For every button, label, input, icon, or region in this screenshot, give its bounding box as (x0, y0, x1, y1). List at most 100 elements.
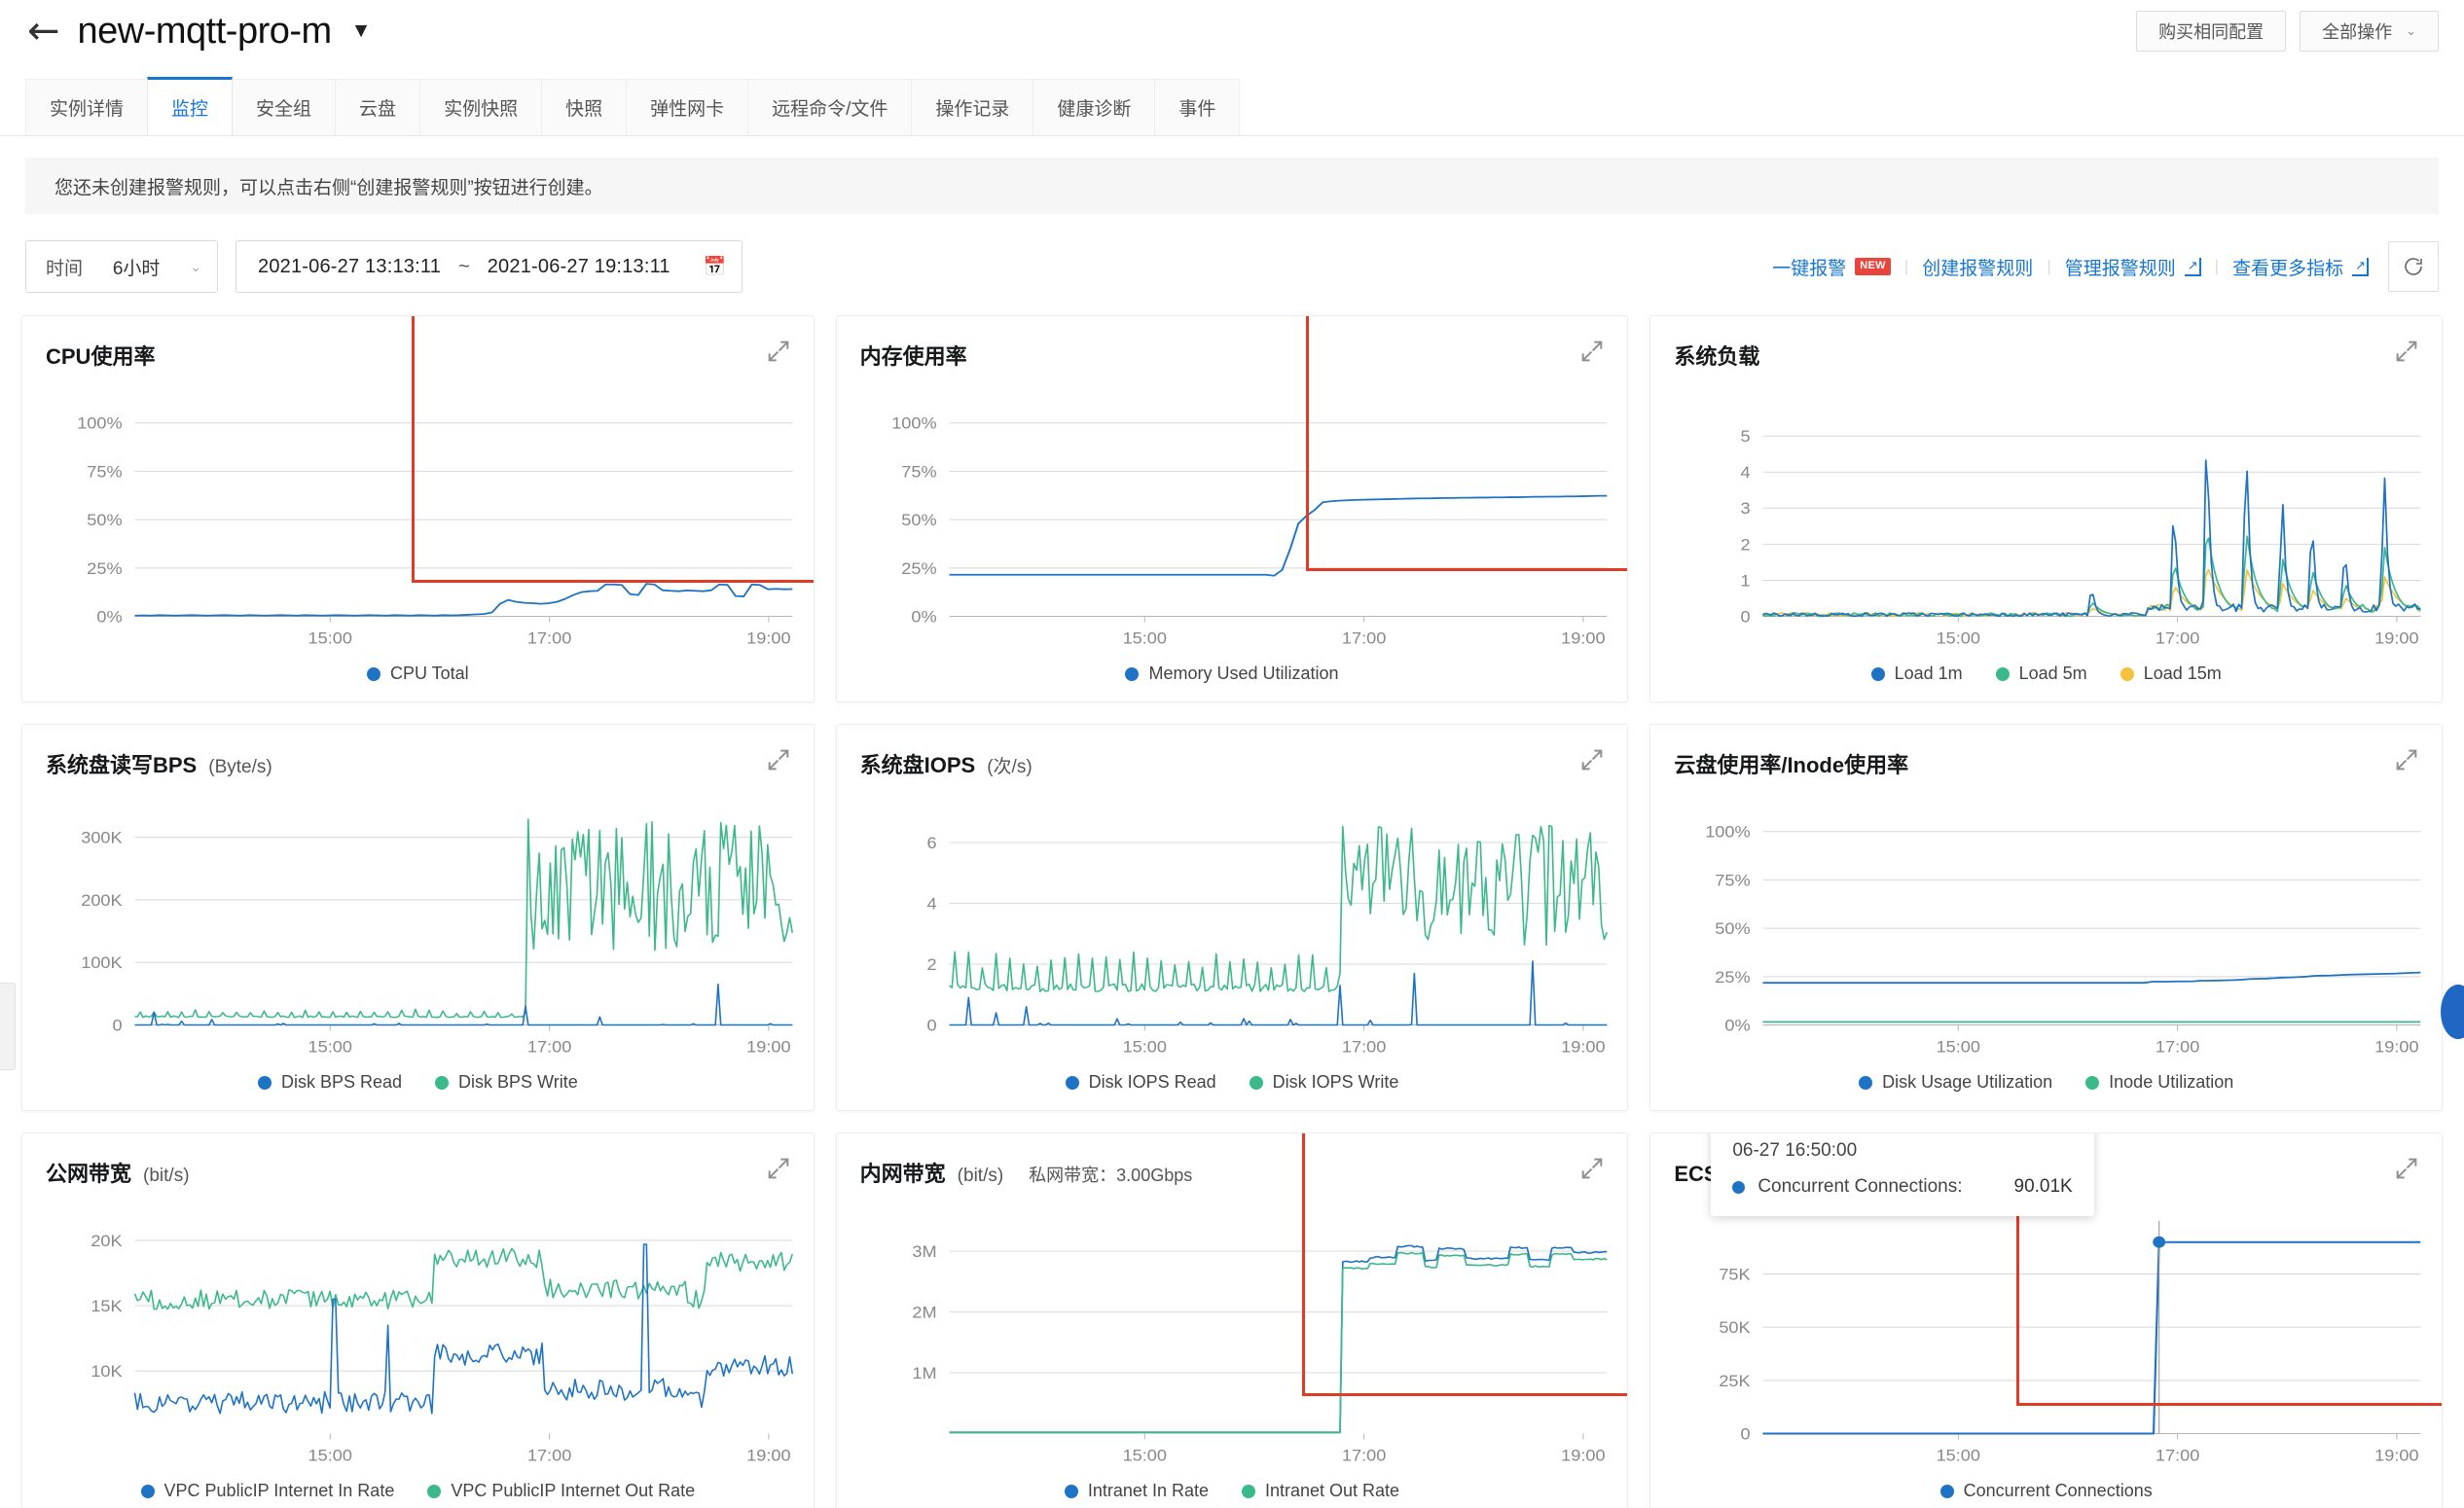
refresh-icon[interactable] (2388, 241, 2439, 292)
legend-item[interactable]: Memory Used Utilization (1125, 664, 1339, 684)
tab-label: 实例快照 (444, 99, 519, 120)
toolbar-link-2[interactable]: 管理报警规则 ↗ (2065, 254, 2201, 280)
svg-text:6: 6 (926, 834, 936, 852)
toolbar-separator: | (2047, 257, 2051, 275)
tab-10[interactable]: 事件 (1154, 79, 1241, 135)
legend-item[interactable]: VPC PublicIP Internet In Rate (140, 1481, 395, 1501)
time-range-value: 6小时 (112, 258, 161, 279)
card-title: 内网带宽 (859, 1162, 946, 1186)
metric-card-disk_bps: 系统盘读写BPS (Byte/s) 0 100K 200K 300K 15:00 17:00… (21, 724, 815, 1111)
expand-icon[interactable] (1578, 1155, 1606, 1182)
svg-text:20K: 20K (91, 1231, 123, 1249)
date-range-input[interactable]: 2021-06-27 13:13:11 ~ 2021-06-27 19:13:1… (236, 240, 743, 293)
tab-1[interactable]: 监控 (147, 77, 234, 135)
svg-text:0: 0 (1741, 1424, 1751, 1443)
legend-item[interactable]: Concurrent Connections (1939, 1481, 2153, 1501)
metric-card-ecs_conn: ECS同时连接数(Count) 025K50K75K15:0017:0019:0… (1649, 1132, 2443, 1508)
svg-text:10K: 10K (91, 1362, 123, 1381)
toolbar-link-label: 创建报警规则 (1922, 258, 2034, 279)
svg-text:0%: 0% (911, 607, 936, 626)
toolbar-link-0[interactable]: 一键报警 NEW (1772, 254, 1891, 280)
legend-item[interactable]: Disk IOPS Read (1065, 1072, 1216, 1093)
page-header: ← new-mqtt-pro-m ▼ 购买相同配置 全部操作 ⌄ (0, 0, 2464, 62)
arrow-left-icon[interactable]: ← (27, 12, 60, 51)
legend-color-dot (427, 1484, 442, 1498)
tab-5[interactable]: 快照 (541, 79, 628, 135)
expand-icon[interactable] (765, 746, 792, 773)
legend-item[interactable]: Disk Usage Utilization (1859, 1072, 2052, 1093)
legend-label: VPC PublicIP Internet In Rate (163, 1481, 395, 1500)
tab-2[interactable]: 安全组 (232, 79, 337, 135)
svg-text:2: 2 (1741, 535, 1751, 554)
tab-4[interactable]: 实例快照 (419, 79, 543, 135)
card-unit: (Byte/s) (208, 757, 272, 777)
svg-text:15:00: 15:00 (1122, 1037, 1167, 1056)
metric-card-disk_usage: 云盘使用率/Inode使用率 0% 25% 50% 75% 100% 15:00 17:00… (1649, 724, 2443, 1111)
expand-icon[interactable] (765, 338, 792, 365)
card-title: 内存使用率 (859, 344, 967, 369)
card-header: 云盘使用率/Inode使用率 (1650, 725, 2442, 779)
buy-same-config-label: 购买相同配置 (2158, 22, 2265, 42)
expand-icon[interactable] (1578, 746, 1606, 773)
tab-label: 安全组 (256, 99, 312, 120)
chart-legend: Disk Usage Utilization Inode Utilization (1650, 1072, 2442, 1093)
legend-color-dot (2085, 1075, 2100, 1090)
legend-label: Concurrent Connections (1963, 1481, 2153, 1500)
tab-0[interactable]: 实例详情 (25, 79, 149, 135)
svg-text:2: 2 (926, 955, 936, 974)
toolbar-link-3[interactable]: 查看更多指标 ↗ (2232, 254, 2369, 280)
legend-item[interactable]: Disk BPS Read (257, 1072, 402, 1093)
tab-9[interactable]: 健康诊断 (1033, 79, 1156, 135)
expand-icon[interactable] (2393, 746, 2420, 773)
floating-action-blob[interactable] (2441, 985, 2464, 1039)
svg-text:15:00: 15:00 (308, 1037, 353, 1056)
legend-item[interactable]: Load 1m (1870, 664, 1963, 684)
chevron-down-icon[interactable]: ▼ (351, 19, 372, 43)
svg-text:19:00: 19:00 (2375, 628, 2420, 647)
svg-text:17:00: 17:00 (527, 628, 572, 647)
chart-legend: Load 1m Load 5m Load 15m (1650, 664, 2442, 684)
tab-label: 弹性网卡 (650, 99, 725, 120)
svg-text:0: 0 (926, 1016, 936, 1034)
legend-item[interactable]: VPC PublicIP Internet Out Rate (427, 1481, 695, 1501)
tab-7[interactable]: 远程命令/文件 (747, 79, 913, 135)
legend-item[interactable]: Inode Utilization (2085, 1072, 2233, 1093)
side-panel-handle[interactable] (0, 983, 16, 1070)
metric-card-cpu: CPU使用率 0% 25% 50% 75% 100% 15:00 17:00 19:00 CP… (21, 315, 815, 702)
legend-item[interactable]: Intranet Out Rate (1241, 1481, 1399, 1501)
toolbar-link-1[interactable]: 创建报警规则 (1922, 254, 2033, 280)
time-range-select[interactable]: 时间 6小时 ⌄ (25, 240, 218, 293)
toolbar-separator: | (1903, 257, 1909, 275)
tooltip-time: 06-27 16:50:00 (1732, 1140, 1858, 1161)
svg-text:19:00: 19:00 (746, 628, 791, 647)
expand-icon[interactable] (1578, 338, 1606, 365)
expand-icon[interactable] (765, 1155, 792, 1182)
svg-text:15:00: 15:00 (1122, 628, 1167, 647)
svg-text:17:00: 17:00 (1342, 1446, 1387, 1464)
legend-label: CPU Total (389, 664, 469, 683)
svg-text:3: 3 (1741, 499, 1751, 518)
legend-item[interactable]: Disk IOPS Write (1249, 1072, 1398, 1093)
card-title: 系统盘读写BPS (46, 753, 198, 777)
svg-text:15:00: 15:00 (308, 628, 353, 647)
legend-item[interactable]: Load 15m (2120, 664, 2222, 684)
legend-item[interactable]: Load 5m (1995, 664, 2087, 684)
tab-3[interactable]: 云盘 (335, 79, 421, 135)
svg-text:5: 5 (1741, 427, 1751, 446)
buy-same-config-button[interactable]: 购买相同配置 (2136, 11, 2287, 52)
legend-color-dot (1995, 666, 2010, 681)
svg-text:17:00: 17:00 (2156, 628, 2200, 647)
legend-item[interactable]: CPU Total (366, 664, 469, 684)
tab-label: 事件 (1178, 99, 1216, 120)
expand-icon[interactable] (2393, 1155, 2420, 1182)
svg-text:75%: 75% (901, 462, 936, 481)
svg-text:17:00: 17:00 (2156, 1037, 2200, 1056)
calendar-icon[interactable]: 📅 (704, 255, 727, 278)
legend-item[interactable]: Intranet In Rate (1064, 1481, 1209, 1501)
tab-8[interactable]: 操作记录 (911, 79, 1034, 135)
all-actions-button[interactable]: 全部操作 ⌄ (2300, 11, 2439, 52)
tab-6[interactable]: 弹性网卡 (626, 79, 749, 135)
expand-icon[interactable] (2393, 338, 2420, 365)
legend-item[interactable]: Disk BPS Write (435, 1072, 578, 1093)
card-header: 公网带宽 (bit/s) (22, 1133, 814, 1188)
